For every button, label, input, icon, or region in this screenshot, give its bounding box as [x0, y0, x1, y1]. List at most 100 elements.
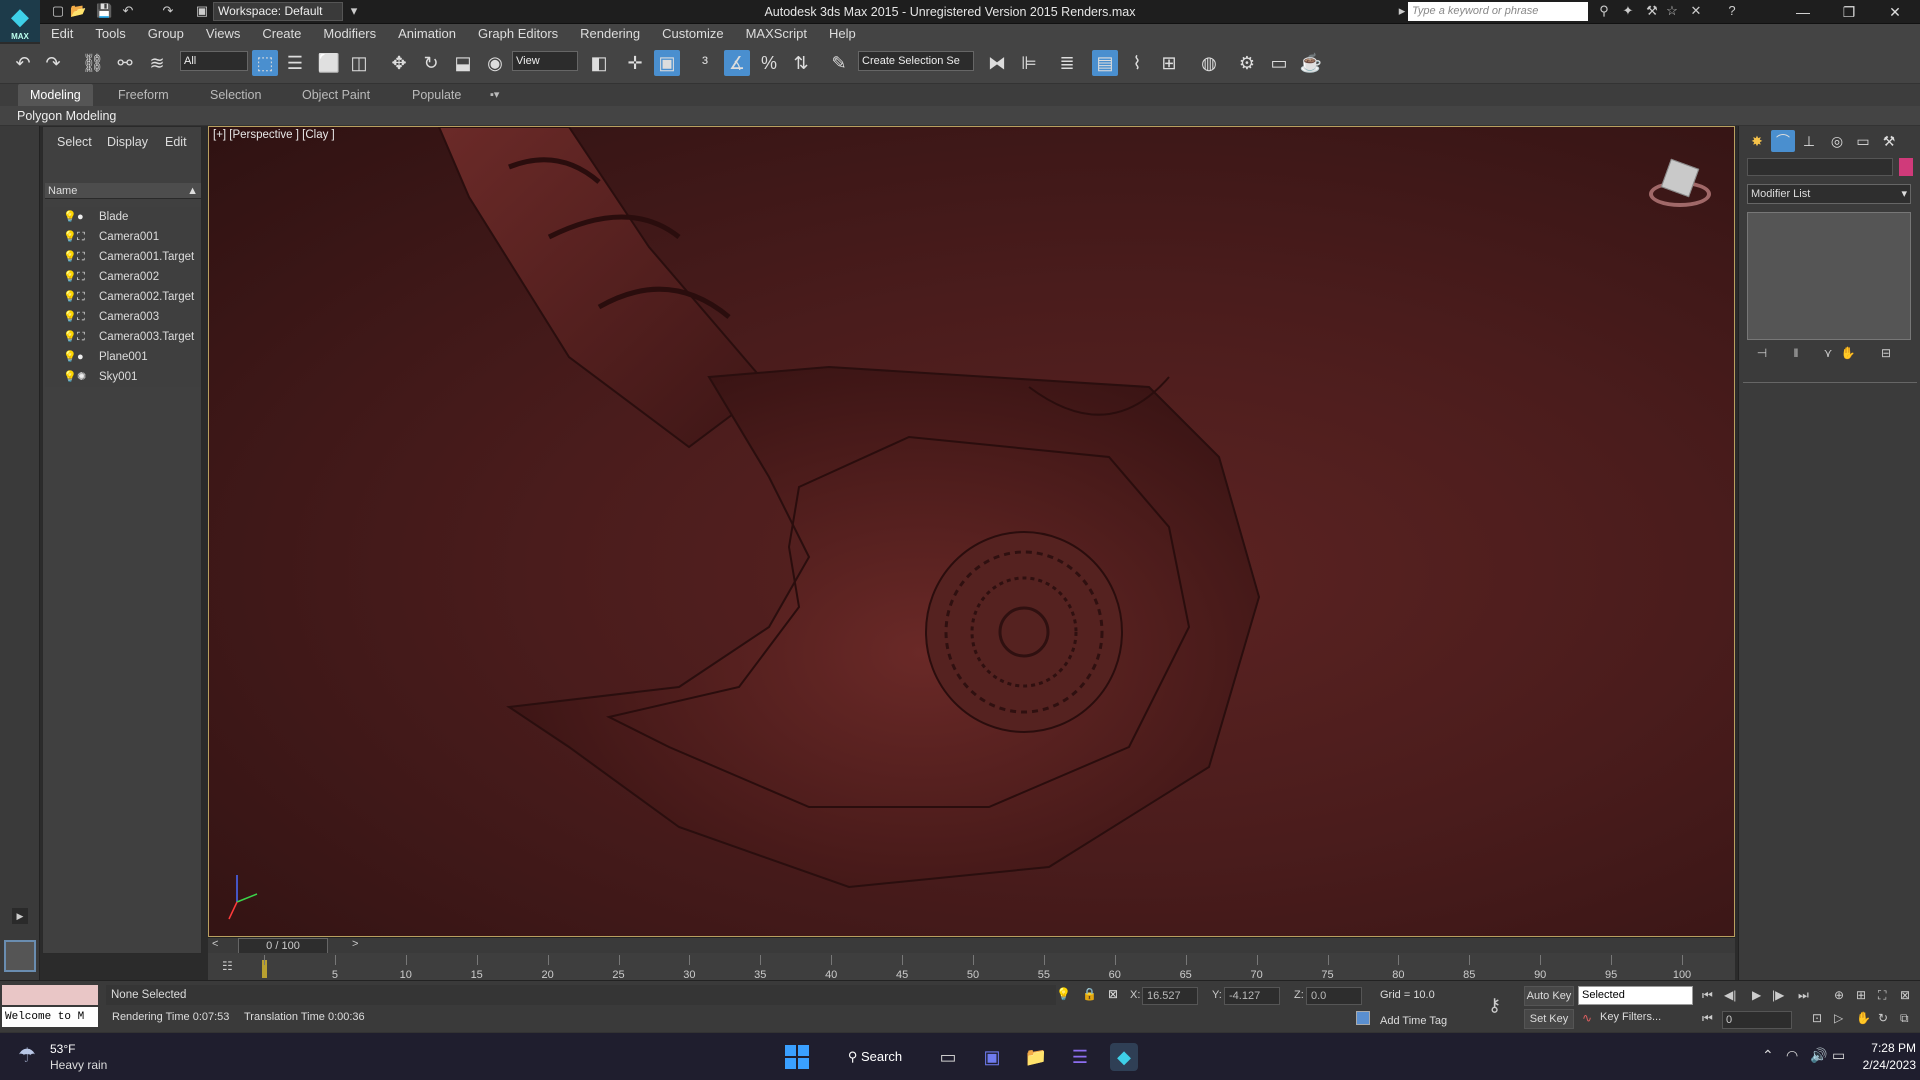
selection-filter-dropdown[interactable]: All [180, 51, 248, 71]
redo-icon[interactable]: ↷ [40, 50, 66, 76]
customize-quick-access-icon[interactable]: ▾ [346, 3, 362, 19]
light-bulb-icon[interactable]: 💡 [63, 327, 77, 347]
scene-object-row[interactable]: 💡 ⛶ Camera001.Target [45, 247, 201, 267]
modify-tab-icon[interactable]: ⌒ [1771, 130, 1795, 152]
ribbon-tab-modeling[interactable]: Modeling [18, 84, 93, 106]
align-icon[interactable]: ⊫ [1016, 50, 1042, 76]
menu-animation[interactable]: Animation [387, 24, 467, 44]
edit-named-selection-icon[interactable]: ✎ [826, 50, 852, 76]
maxscript-prompt[interactable]: Welcome to M [2, 1007, 98, 1027]
named-selection-dropdown[interactable]: Create Selection Se [858, 51, 974, 71]
favorites-star-icon[interactable]: ☆ [1664, 3, 1680, 19]
viewcube-icon[interactable] [1645, 155, 1715, 211]
display-tab-icon[interactable]: ▭ [1851, 130, 1875, 152]
light-bulb-icon[interactable]: 💡 [63, 287, 77, 307]
weather-description[interactable]: Heavy rain [50, 1058, 107, 1072]
select-object-icon[interactable]: ⬚ [252, 50, 278, 76]
volume-icon[interactable]: 🔊 [1810, 1047, 1827, 1064]
light-bulb-icon[interactable]: 💡 [63, 227, 77, 247]
previous-frame-icon[interactable]: ◀| [1724, 988, 1736, 1002]
maximize-viewport-icon[interactable]: ⧉ [1900, 1011, 1909, 1026]
ribbon-tab-selection[interactable]: Selection [198, 84, 273, 106]
select-and-rotate-icon[interactable]: ↻ [418, 50, 444, 76]
light-bulb-icon[interactable]: 💡 [63, 347, 77, 367]
windows-start-icon[interactable] [785, 1045, 809, 1069]
weather-temperature[interactable]: 53°F [50, 1042, 75, 1056]
scene-object-row[interactable]: 💡 ● Blade [45, 207, 201, 227]
menu-rendering[interactable]: Rendering [569, 24, 651, 44]
render-setup-icon[interactable]: ⚙ [1234, 50, 1260, 76]
curve-editor-icon[interactable]: ⌇ [1124, 50, 1150, 76]
material-editor-icon[interactable]: ◍ [1196, 50, 1222, 76]
undo-quick-icon[interactable]: ↶ [120, 3, 136, 19]
weather-rain-icon[interactable]: ☂ [18, 1043, 36, 1068]
zoom-extents-icon[interactable]: ⛶ [1878, 988, 1886, 1003]
scene-object-row[interactable]: 💡 ⛶ Camera002.Target [45, 287, 201, 307]
set-key-button[interactable]: Set Key [1524, 1009, 1574, 1029]
percent-snap-icon[interactable]: % [756, 50, 782, 76]
menu-tools[interactable]: Tools [84, 24, 136, 44]
angle-snap-icon[interactable]: ∡ [724, 50, 750, 76]
expand-layout-icon[interactable]: ▶ [12, 908, 28, 924]
3ds-max-taskbar-icon[interactable]: ◆ [1110, 1043, 1138, 1071]
polygon-modeling-label[interactable]: Polygon Modeling [17, 109, 116, 123]
help-search-input[interactable]: Type a keyword or phrase [1408, 2, 1588, 21]
ribbon-tab-populate[interactable]: Populate [400, 84, 473, 106]
restore-button[interactable]: ❐ [1826, 0, 1872, 24]
scene-object-row[interactable]: 💡 ⛶ Camera001 [45, 227, 201, 247]
hierarchy-tab-icon[interactable]: ⊥ [1797, 130, 1821, 152]
remove-modifier-icon[interactable]: ✋ [1837, 346, 1859, 364]
zoom-extents-all-icon[interactable]: ⊠ [1900, 988, 1910, 1002]
go-to-end-icon[interactable]: ⏭ [1798, 988, 1809, 1003]
scene-object-row[interactable]: 💡 ⛶ Camera003.Target [45, 327, 201, 347]
key-mode-dropdown[interactable]: Selected [1578, 986, 1693, 1005]
window-crossing-icon[interactable]: ◫ [346, 50, 372, 76]
isolate-selection-icon[interactable]: 💡 [1056, 987, 1071, 1001]
keyboard-shortcut-override-icon[interactable]: ▣ [654, 50, 680, 76]
time-slider[interactable]: < 0 / 100 > [208, 937, 1735, 954]
absolute-mode-icon[interactable]: ⊠ [1108, 987, 1118, 1001]
light-bulb-icon[interactable]: 💡 [63, 207, 77, 227]
add-time-tag[interactable]: Add Time Tag [1380, 1015, 1447, 1027]
workspace-dropdown[interactable]: Workspace: Default [213, 2, 343, 21]
y-coord-field[interactable]: -4.127 [1224, 987, 1280, 1005]
menu-modifiers[interactable]: Modifiers [312, 24, 387, 44]
exchange-icon[interactable]: ✕ [1688, 3, 1704, 19]
select-manipulate-icon[interactable]: ✛ [622, 50, 648, 76]
scene-explorer-toggle-icon[interactable]: ▤ [1092, 50, 1118, 76]
light-bulb-icon[interactable]: 💡 [63, 247, 77, 267]
binoculars-icon[interactable]: ⚲ [1596, 3, 1612, 19]
clock-time[interactable]: 7:28 PM [1860, 1041, 1916, 1055]
play-icon[interactable]: ▶ [1752, 988, 1761, 1002]
layer-explorer-icon[interactable]: ≣ [1054, 50, 1080, 76]
perspective-viewport[interactable]: [+] [Perspective ] [Clay ] [208, 126, 1735, 937]
maxscript-listener-mini[interactable] [2, 985, 98, 1005]
redo-quick-icon[interactable]: ↷ [160, 3, 176, 19]
motion-tab-icon[interactable]: ◎ [1825, 130, 1849, 152]
ribbon-tab-object-paint[interactable]: Object Paint [290, 84, 382, 106]
modifier-list-dropdown[interactable]: Modifier List ▾ [1747, 184, 1911, 204]
menu-group[interactable]: Group [137, 24, 195, 44]
menu-edit[interactable]: Edit [40, 24, 84, 44]
object-name-field[interactable] [1747, 158, 1893, 176]
teams-chat-icon[interactable]: ▣ [978, 1043, 1006, 1071]
modifier-stack[interactable] [1747, 212, 1911, 340]
ribbon-options-icon[interactable]: ▪▾ [478, 84, 511, 106]
mirror-icon[interactable]: ⧓ [984, 50, 1010, 76]
pan-view-icon[interactable]: ✋ [1856, 1011, 1871, 1025]
scene-object-row[interactable]: 💡 ✺ Sky001 [45, 367, 201, 387]
undo-icon[interactable]: ↶ [10, 50, 36, 76]
battery-icon[interactable]: ▭ [1832, 1047, 1845, 1064]
create-tab-icon[interactable]: ✸ [1745, 130, 1769, 152]
light-bulb-icon[interactable]: 💡 [63, 307, 77, 327]
file-explorer-icon[interactable]: 📁 [1022, 1043, 1050, 1071]
tray-overflow-icon[interactable]: ⌃ [1762, 1047, 1774, 1064]
menu-customize[interactable]: Customize [651, 24, 734, 44]
explorer-menu-select[interactable]: Select [57, 135, 92, 149]
menu-maxscript[interactable]: MAXScript [735, 24, 818, 44]
clock-date[interactable]: 2/24/2023 [1846, 1058, 1916, 1072]
wifi-icon[interactable]: ◠ [1786, 1047, 1798, 1064]
menu-graph-editors[interactable]: Graph Editors [467, 24, 569, 44]
project-folder-icon[interactable]: ▣ [194, 3, 210, 19]
snaps-toggle-icon[interactable]: ³ [692, 50, 718, 76]
